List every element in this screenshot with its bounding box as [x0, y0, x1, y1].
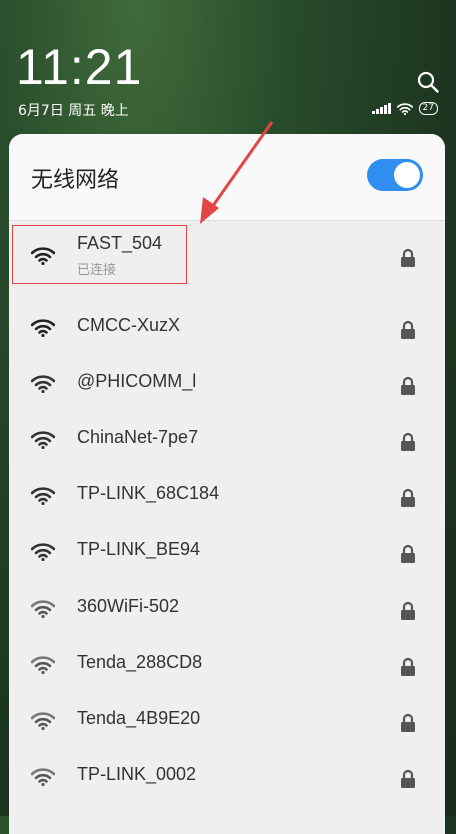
lock-icon	[401, 713, 415, 732]
wifi-signal-icon	[31, 375, 55, 393]
wifi-signal-icon	[31, 319, 55, 337]
network-row[interactable]: CMCC-XuzX	[9, 299, 445, 355]
wifi-signal-icon	[31, 600, 55, 618]
search-icon[interactable]	[416, 70, 440, 94]
lock-icon	[401, 544, 415, 563]
wifi-signal-icon	[31, 487, 55, 505]
wifi-signal-icon	[31, 656, 55, 674]
wifi-toggle[interactable]	[367, 159, 423, 191]
panel-title: 无线网络	[31, 168, 120, 193]
lock-icon	[401, 488, 415, 507]
network-row[interactable]: TP-LINK_68C184	[9, 467, 445, 523]
status-indicators: 27	[372, 102, 438, 115]
lock-icon	[401, 657, 415, 676]
network-row[interactable]: ChinaNet-7pe7	[9, 411, 445, 467]
network-row[interactable]: TP-LINK_BE94	[9, 523, 445, 579]
network-row[interactable]: 360WiFi-502	[9, 580, 445, 636]
network-row[interactable]: Tenda_288CD8	[9, 636, 445, 692]
cell-signal-icon	[372, 103, 391, 114]
network-row[interactable]: @PHICOMM_l	[9, 355, 445, 411]
toggle-knob	[394, 162, 420, 188]
network-name: TP-LINK_68C184	[77, 483, 220, 503]
lock-icon	[401, 769, 415, 788]
panel-header: 无线网络	[9, 134, 445, 221]
wifi-signal-icon	[31, 768, 55, 786]
wifi-signal-icon	[31, 712, 55, 730]
network-row[interactable]: Tenda_4B9E20	[9, 692, 445, 748]
wifi-signal-icon	[31, 431, 55, 449]
clock: 11:21	[16, 39, 143, 95]
network-row[interactable]: TP-LINK_0002	[9, 748, 445, 804]
network-name: 360WiFi-502	[77, 596, 180, 616]
status-bar: 11:21 6月7日 周五 晚上 27	[0, 0, 456, 130]
network-name: ChinaNet-7pe7	[77, 427, 199, 447]
network-name: CMCC-XuzX	[77, 315, 181, 335]
lock-icon	[401, 248, 415, 267]
lock-icon	[401, 320, 415, 339]
network-name: TP-LINK_BE94	[77, 539, 201, 559]
lock-icon	[401, 601, 415, 620]
date-label: 6月7日 周五 晚上	[18, 103, 129, 119]
lock-icon	[401, 376, 415, 395]
network-name: Tenda_288CD8	[77, 652, 203, 672]
highlight-box	[12, 225, 187, 284]
network-name: @PHICOMM_l	[77, 371, 197, 391]
wifi-status-icon	[396, 102, 413, 115]
battery-icon: 27	[418, 102, 438, 115]
lock-icon	[401, 432, 415, 451]
wifi-signal-icon	[31, 543, 55, 561]
network-name: Tenda_4B9E20	[77, 708, 201, 728]
network-name: TP-LINK_0002	[77, 764, 197, 784]
